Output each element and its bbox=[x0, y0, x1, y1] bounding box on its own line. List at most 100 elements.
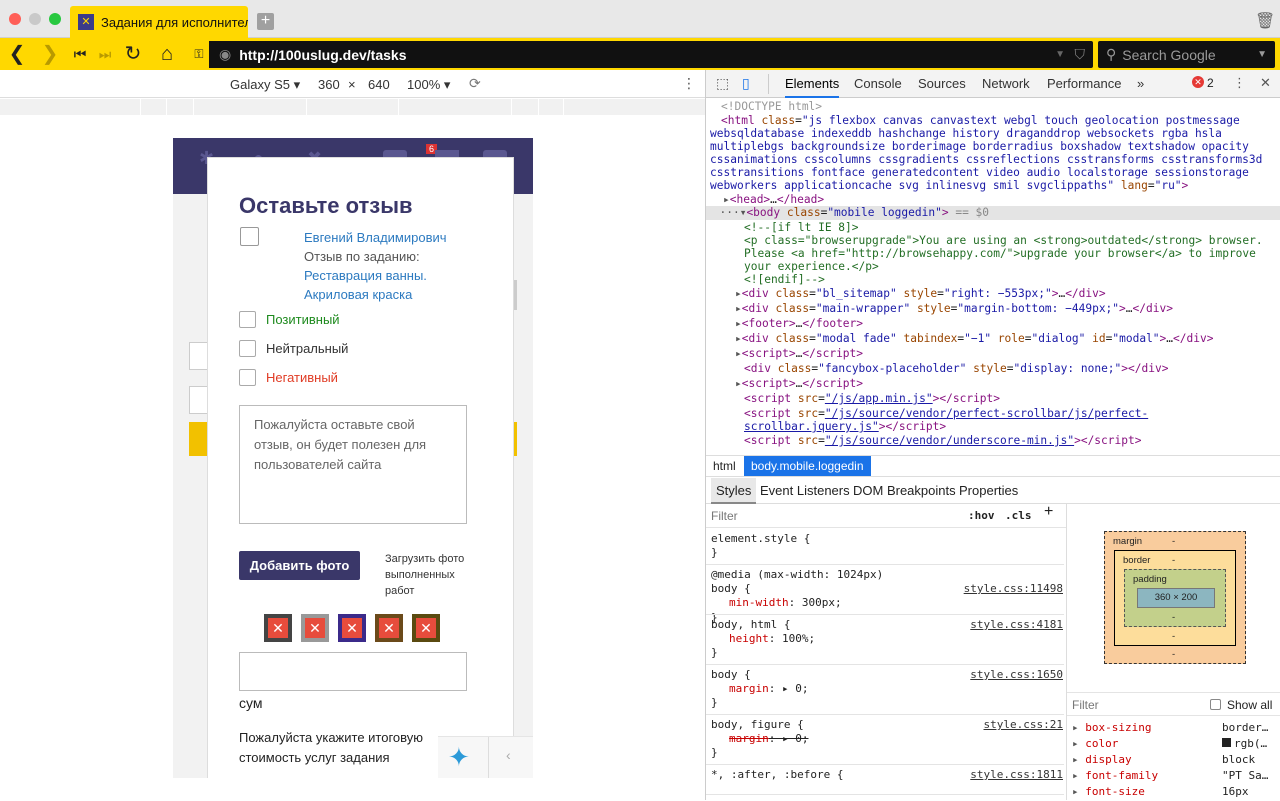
close-window-button[interactable] bbox=[9, 13, 21, 25]
rewind-button[interactable]: ⏮ bbox=[68, 42, 92, 66]
box-model-margin[interactable]: margin - - border - - padding - 360 × 20… bbox=[1104, 531, 1246, 664]
remove-icon[interactable]: ✕ bbox=[416, 618, 436, 638]
price-input[interactable] bbox=[239, 652, 467, 691]
tab-network[interactable]: Network bbox=[982, 70, 1030, 98]
computed-property[interactable]: ▸ font-size 16px bbox=[1067, 785, 1280, 801]
review-textarea[interactable]: Пожалуйста оставьте свой отзыв, он будет… bbox=[239, 405, 467, 524]
neutral-checkbox[interactable] bbox=[239, 340, 256, 357]
remove-icon[interactable]: ✕ bbox=[379, 618, 399, 638]
chevron-left-icon[interactable]: ‹ bbox=[506, 747, 511, 763]
more-options-icon[interactable]: ⋮ bbox=[682, 75, 696, 92]
photo-thumbnail[interactable]: ✕ bbox=[338, 614, 366, 642]
fast-forward-button[interactable]: ⏭ bbox=[93, 42, 117, 66]
back-button[interactable]: ❮ bbox=[5, 42, 29, 66]
cls-toggle[interactable]: .cls bbox=[1005, 509, 1032, 523]
zoom-select[interactable]: 100% ▾ bbox=[407, 77, 450, 93]
dom-breadcrumb: html body.mobile.loggedin bbox=[706, 455, 1280, 477]
rotate-icon[interactable]: ⟳ bbox=[469, 75, 481, 92]
add-photo-button[interactable]: Добавить фото bbox=[239, 551, 360, 580]
remove-icon[interactable]: ✕ bbox=[305, 618, 325, 638]
minimize-window-button[interactable] bbox=[29, 13, 41, 25]
rule-source-link[interactable]: style.css:1650 bbox=[970, 668, 1063, 682]
breadcrumb-html[interactable]: html bbox=[713, 459, 736, 473]
negative-checkbox[interactable] bbox=[239, 369, 256, 386]
rule-source-link[interactable]: style.css:1811 bbox=[970, 768, 1063, 782]
tab-performance[interactable]: Performance bbox=[1047, 70, 1121, 98]
forward-button[interactable]: ❯ bbox=[38, 42, 62, 66]
margin-bottom-value: - bbox=[1172, 649, 1176, 660]
width-input[interactable]: 360 bbox=[318, 77, 340, 92]
devtools-menu-icon[interactable]: ⋮ bbox=[1233, 75, 1246, 91]
photo-thumbnail[interactable]: ✕ bbox=[412, 614, 440, 642]
show-all-checkbox[interactable] bbox=[1210, 699, 1221, 710]
style-rule[interactable]: body, html {style.css:4181 height: 100%;} bbox=[711, 618, 1063, 661]
rule-declaration[interactable]: margin: ▸ 0; bbox=[711, 682, 1063, 696]
reload-button[interactable]: ↻ bbox=[121, 42, 145, 66]
height-input[interactable]: 640 bbox=[368, 77, 390, 92]
style-rule[interactable]: element.style {} bbox=[711, 532, 1063, 560]
style-rule[interactable]: body, figure {style.css:21 margin: ▸ 0;} bbox=[711, 718, 1063, 761]
trash-icon[interactable]: 🗑 bbox=[1255, 11, 1275, 31]
textarea-placeholder: Пожалуйста оставьте свой отзыв, он будет… bbox=[254, 417, 427, 472]
tab-more[interactable]: » bbox=[1137, 70, 1144, 98]
computed-property[interactable]: ▸ color rgb(… bbox=[1067, 737, 1280, 753]
style-rule[interactable]: @media (max-width: 1024px) body {style.c… bbox=[711, 568, 1063, 625]
rule-declaration[interactable]: height: 100%; bbox=[711, 632, 1063, 646]
rating-negative[interactable]: Негативный bbox=[239, 368, 499, 397]
tab-event-listeners[interactable]: Event Listeners bbox=[760, 478, 850, 504]
device-toggle-icon[interactable]: ▯ bbox=[742, 75, 750, 92]
remove-icon[interactable]: ✕ bbox=[268, 618, 288, 638]
dom-tree[interactable]: <!DOCTYPE html> <html class="js flexbox … bbox=[706, 99, 1280, 459]
color-swatch[interactable] bbox=[1222, 738, 1231, 747]
tab-styles[interactable]: Styles bbox=[711, 478, 757, 504]
remove-icon[interactable]: ✕ bbox=[342, 618, 362, 638]
rating-neutral[interactable]: Нейтральный bbox=[239, 339, 499, 368]
breadcrumb-body[interactable]: body.mobile.loggedin bbox=[744, 456, 871, 476]
style-rule[interactable]: *, :after, :before {style.css:1811 bbox=[711, 768, 1063, 782]
rule-declaration[interactable]: min-width: 300px; bbox=[711, 596, 1063, 610]
photo-thumbnail[interactable]: ✕ bbox=[375, 614, 403, 642]
search-box[interactable]: ⚲ Search Google ▼ bbox=[1098, 41, 1275, 68]
rule-source-link[interactable]: style.css:11498 bbox=[964, 582, 1063, 596]
rating-positive[interactable]: Позитивный bbox=[239, 310, 499, 339]
computed-property[interactable]: ▸ display block bbox=[1067, 753, 1280, 769]
rule-source-link[interactable]: style.css:4181 bbox=[970, 618, 1063, 632]
positive-checkbox[interactable] bbox=[239, 311, 256, 328]
computed-filter[interactable]: Filter Show all bbox=[1067, 692, 1280, 716]
tab-console[interactable]: Console bbox=[854, 70, 902, 98]
photo-thumbnail[interactable]: ✕ bbox=[301, 614, 329, 642]
hov-toggle[interactable]: :hov bbox=[968, 509, 995, 523]
tab-sources[interactable]: Sources bbox=[918, 70, 966, 98]
framework-logo-icon[interactable]: ✦ bbox=[448, 742, 470, 773]
tab-elements[interactable]: Elements bbox=[785, 70, 840, 98]
key-icon[interactable]: ⚿ bbox=[189, 41, 209, 68]
new-tab-button[interactable]: + bbox=[257, 13, 274, 30]
address-bar[interactable]: ⚿ ◉ http://100uslug.dev/tasks ▼ ⛉ bbox=[189, 41, 1093, 68]
computed-property[interactable]: ▸ box-sizing border… bbox=[1067, 721, 1280, 737]
error-icon[interactable]: ✕ bbox=[1192, 76, 1204, 88]
user-name-link[interactable]: Евгений Владимирович bbox=[304, 228, 464, 247]
rule-source-link[interactable]: style.css:21 bbox=[984, 718, 1063, 732]
tab-properties[interactable]: Properties bbox=[959, 478, 1018, 504]
maximize-window-button[interactable] bbox=[49, 13, 61, 25]
tab-dom-breakpoints[interactable]: DOM Breakpoints bbox=[853, 478, 956, 504]
device-select[interactable]: Galaxy S5 ▾ bbox=[230, 77, 300, 93]
home-button[interactable]: ⌂ bbox=[155, 42, 179, 66]
browser-tab[interactable]: ✕ Задания для исполнителей bbox=[70, 6, 248, 38]
dropdown-arrow-icon[interactable]: ▼ bbox=[1055, 49, 1065, 60]
box-model-padding[interactable]: padding - 360 × 200 bbox=[1124, 569, 1226, 627]
add-rule-icon[interactable]: + bbox=[1044, 504, 1053, 520]
inspect-element-icon[interactable]: ⬚ bbox=[716, 75, 729, 92]
rule-declaration[interactable]: margin: ▸ 0; bbox=[711, 732, 1063, 746]
style-rule[interactable]: body {style.css:1650 margin: ▸ 0;} bbox=[711, 668, 1063, 711]
box-model-border[interactable]: border - - padding - 360 × 200 bbox=[1114, 550, 1236, 646]
bookmark-icon[interactable]: ⛉ bbox=[1075, 46, 1086, 63]
close-devtools-icon[interactable]: ✕ bbox=[1260, 75, 1271, 91]
photo-thumbnail[interactable]: ✕ bbox=[264, 614, 292, 642]
media-query-ruler[interactable] bbox=[0, 99, 705, 115]
task-name-link[interactable]: Реставрация ванны. Акриловая краска bbox=[304, 266, 464, 304]
search-engine-dropdown-icon[interactable]: ▼ bbox=[1257, 49, 1267, 60]
box-model-content[interactable]: 360 × 200 bbox=[1137, 588, 1215, 608]
styles-filter[interactable]: Filter :hov .cls + bbox=[706, 504, 1066, 528]
computed-property[interactable]: ▸ font-family "PT Sa… bbox=[1067, 769, 1280, 785]
